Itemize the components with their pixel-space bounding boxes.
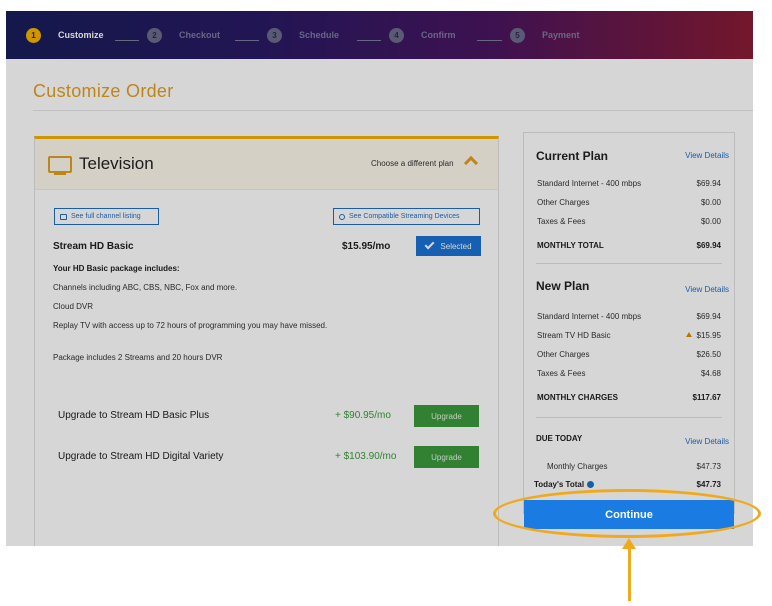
step-confirm[interactable]: 4 Confirm: [389, 11, 456, 59]
step-checkout[interactable]: 2 Checkout: [147, 11, 220, 59]
summary-row: Taxes & Fees $0.00: [537, 217, 721, 226]
step-customize[interactable]: 1 Customize: [26, 11, 104, 59]
plan-name: Stream HD Basic: [53, 241, 134, 252]
summary-row-value: $0.00: [700, 198, 721, 207]
step-label: Schedule: [299, 30, 340, 40]
summary-total-row: MONTHLY CHARGES $117.67: [537, 393, 721, 402]
upgrade-name: Upgrade to Stream HD Basic Plus: [58, 410, 210, 421]
selected-label: Selected: [440, 241, 472, 251]
step-schedule[interactable]: 3 Schedule: [267, 11, 339, 59]
divider: [33, 110, 753, 111]
streaming-devices-label: See Compatible Streaming Devices: [349, 213, 460, 220]
new-plan-title: New Plan: [536, 279, 590, 293]
include-item: Cloud DVR: [53, 302, 94, 311]
step-number: 5: [510, 27, 525, 43]
summary-row-value: $15.95: [685, 331, 721, 340]
summary-row-label: Taxes & Fees: [537, 369, 586, 378]
step-connector: [235, 40, 259, 41]
summary-row: Monthly Charges $47.73: [547, 462, 721, 471]
step-number: 3: [267, 27, 282, 43]
todays-total-label: Today's Total: [534, 480, 585, 489]
upgrade-name: Upgrade to Stream HD Digital Variety: [58, 451, 224, 462]
summary-row-label: Standard Internet - 400 mbps: [537, 312, 642, 321]
includes-title: Your HD Basic package includes:: [53, 264, 180, 273]
upgrade-button[interactable]: Upgrade: [414, 405, 479, 427]
app-window: 1 Customize 2 Checkout 3 Schedule 4 Conf…: [6, 11, 753, 546]
selected-button[interactable]: Selected: [416, 236, 481, 256]
summary-row: Other Charges $0.00: [537, 198, 721, 207]
step-label: Confirm: [421, 30, 456, 40]
summary-row-label: Standard Internet - 400 mbps: [537, 179, 642, 188]
arrow-up-icon: [685, 332, 692, 337]
step-label: Customize: [58, 30, 104, 40]
summary-row-label: Taxes & Fees: [537, 217, 586, 226]
summary-row: Standard Internet - 400 mbps $69.94: [537, 312, 721, 321]
include-item: Channels including ABC, CBS, NBC, Fox an…: [53, 283, 238, 292]
channel-listing-label: See full channel listing: [71, 213, 141, 220]
summary-row-label: Monthly Charges: [547, 462, 608, 471]
summary-row: Taxes & Fees $4.68: [537, 369, 721, 378]
current-plan-view-details-link[interactable]: View Details: [685, 151, 729, 160]
summary-total-value: $69.94: [696, 241, 721, 250]
step-number: 2: [147, 27, 162, 43]
summary-row-value: $47.73: [696, 462, 721, 471]
step-label: Payment: [542, 30, 580, 40]
summary-total-row: MONTHLY TOTAL $69.94: [537, 241, 721, 250]
summary-row: Other Charges $26.50: [537, 350, 721, 359]
due-today-view-details-link[interactable]: View Details: [685, 437, 729, 446]
television-card-header: Television Choose a different plan: [35, 139, 498, 190]
include-item: Package includes 2 Streams and 20 hours …: [53, 353, 223, 362]
tv-icon: [60, 213, 67, 220]
upgrade-button[interactable]: Upgrade: [414, 446, 479, 468]
info-icon[interactable]: [587, 481, 595, 488]
new-plan-view-details-link[interactable]: View Details: [685, 285, 729, 294]
annotation-arrow-shaft: [628, 544, 631, 601]
upgrade-price: + $90.95/mo: [335, 410, 391, 421]
upgrade-price: + $103.90/mo: [335, 451, 397, 462]
summary-row: Stream TV HD Basic $15.95: [537, 331, 721, 340]
step-number: 4: [389, 27, 404, 43]
step-number: 1: [26, 27, 41, 43]
checkmark-icon: [424, 239, 435, 250]
page-title: Customize Order: [33, 81, 174, 101]
summary-row-value-text: $15.95: [696, 331, 721, 340]
summary-total-label: MONTHLY CHARGES: [537, 393, 618, 402]
step-connector: [477, 40, 502, 41]
todays-total-value: $47.73: [696, 480, 721, 489]
summary-row-value: $69.94: [696, 312, 721, 321]
info-circle-icon: [339, 213, 345, 220]
summary-row-label: Other Charges: [537, 198, 590, 207]
summary-row-label: Stream TV HD Basic: [537, 331, 611, 340]
choose-different-plan-link[interactable]: Choose a different plan: [371, 159, 454, 168]
step-connector: [357, 40, 381, 41]
channel-listing-button[interactable]: See full channel listing: [54, 208, 159, 225]
step-label: Checkout: [179, 30, 221, 40]
summary-total-value: $117.67: [692, 393, 721, 402]
include-item: Replay TV with access up to 72 hours of …: [53, 321, 328, 330]
summary-row-value: $0.00: [700, 217, 721, 226]
highlight-ring: [493, 489, 761, 538]
order-summary-panel: Current Plan View Details Standard Inter…: [523, 132, 735, 514]
divider: [536, 263, 722, 264]
summary-row-value: $69.94: [696, 179, 721, 188]
checkout-stepper: 1 Customize 2 Checkout 3 Schedule 4 Conf…: [6, 11, 753, 59]
todays-total-row: Today's Total $47.73: [534, 480, 721, 489]
tv-icon: [48, 156, 72, 175]
step-payment[interactable]: 5 Payment: [510, 11, 580, 59]
streaming-devices-button[interactable]: See Compatible Streaming Devices: [333, 208, 480, 225]
due-today-title: DUE TODAY: [536, 434, 583, 443]
summary-row-value: $4.68: [700, 369, 721, 378]
summary-row-label: Other Charges: [537, 350, 590, 359]
summary-total-label: MONTHLY TOTAL: [537, 241, 604, 250]
step-connector: [115, 40, 139, 41]
television-title: Television: [79, 154, 154, 173]
chevron-up-icon[interactable]: [463, 155, 479, 171]
summary-row-value: $26.50: [696, 350, 721, 359]
divider: [536, 417, 722, 418]
plan-price: $15.95/mo: [342, 241, 391, 252]
television-card: Television Choose a different plan See f…: [34, 136, 499, 546]
summary-row: Standard Internet - 400 mbps $69.94: [537, 179, 721, 188]
current-plan-title: Current Plan: [536, 149, 609, 163]
